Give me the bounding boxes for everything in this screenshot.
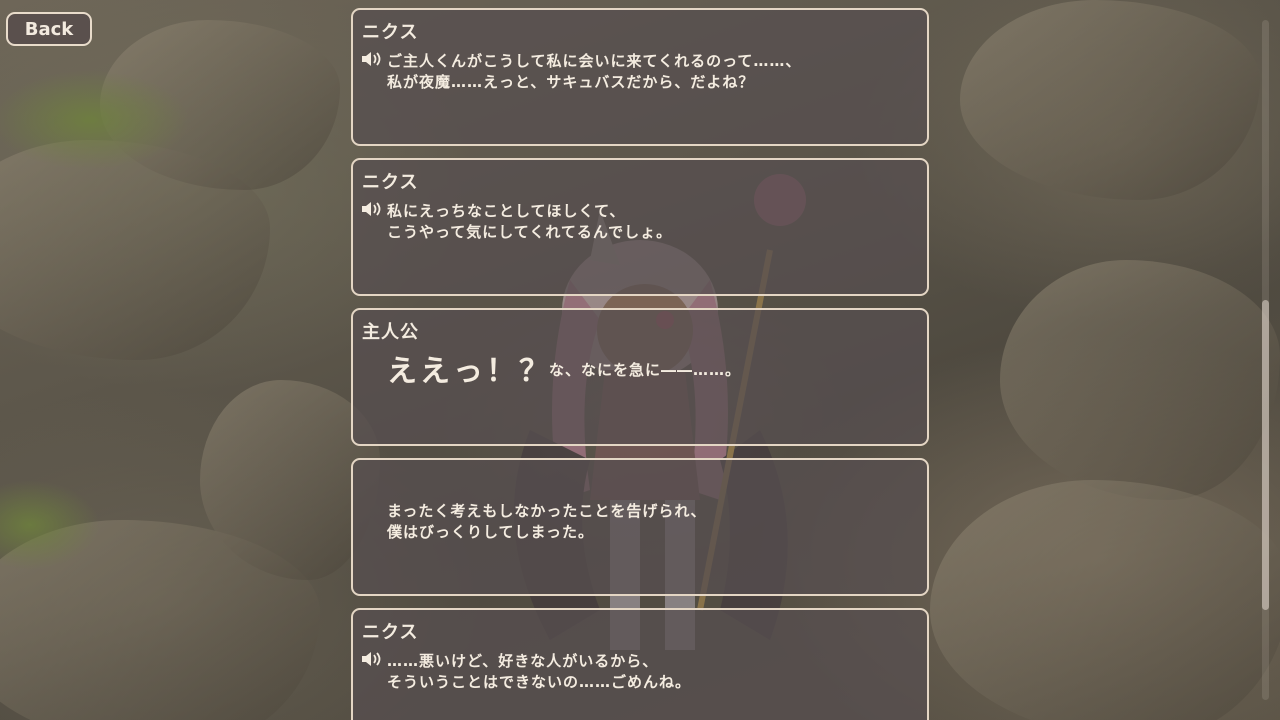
log-scrollbar[interactable] xyxy=(1262,20,1269,700)
speaker-icon[interactable] xyxy=(361,201,383,217)
log-entry[interactable]: ニクス ご主人くんがこうして私に会いに来てくれるのって……、 私が夜魔……えっと… xyxy=(351,8,929,146)
message-log[interactable]: ニクス ご主人くんがこうして私に会いに来てくれるのって……、 私が夜魔……えっと… xyxy=(351,0,929,720)
dialogue-line: 私にえっちなことしてほしくて、 xyxy=(387,202,626,220)
speaker-name: ニクス xyxy=(362,622,419,643)
narration-line: 僕はびっくりしてしまった。 xyxy=(387,523,594,541)
back-button[interactable]: Back xyxy=(6,12,92,46)
dialogue-line: ……悪いけど、好きな人がいるから、 xyxy=(387,652,659,670)
scrollbar-thumb[interactable] xyxy=(1262,300,1269,610)
log-entry[interactable]: ニクス 私にえっちなことしてほしくて、 こうやって気にしてくれてるんでしょ。 xyxy=(351,158,929,296)
dialogue-line: こうやって気にしてくれてるんでしょ。 xyxy=(387,223,673,241)
speaker-name: 主人公 xyxy=(362,322,419,343)
dialogue-line: そういうことはできないの……ごめんね。 xyxy=(387,673,692,691)
log-entry[interactable]: 主人公 ええっ！？ な、なにを急に――……。 xyxy=(351,308,929,446)
log-entry[interactable]: ニクス ……悪いけど、好きな人がいるから、 そういうことはできないの……ごめんね… xyxy=(351,608,929,720)
speaker-icon[interactable] xyxy=(361,51,383,67)
narration-line: まったく考えもしなかったことを告げられ、 xyxy=(387,502,707,520)
speaker-name: ニクス xyxy=(362,22,419,43)
dialogue-line: 私が夜魔……えっと、サキュバスだから、だよね？ xyxy=(387,73,755,91)
speaker-icon[interactable] xyxy=(361,651,383,667)
dialogue-line: な、なにを急に――……。 xyxy=(549,361,742,379)
speaker-name: ニクス xyxy=(362,172,419,193)
dialogue-line-emphasis: ええっ！？ xyxy=(387,354,552,389)
game-backlog-screen: Back ニクス ご主人くんがこうして私に会いに来てくれるのって……、 私が夜魔… xyxy=(0,0,1280,720)
log-entry[interactable]: まったく考えもしなかったことを告げられ、 僕はびっくりしてしまった。 xyxy=(351,458,929,596)
dialogue-line: ご主人くんがこうして私に会いに来てくれるのって……、 xyxy=(387,52,802,70)
